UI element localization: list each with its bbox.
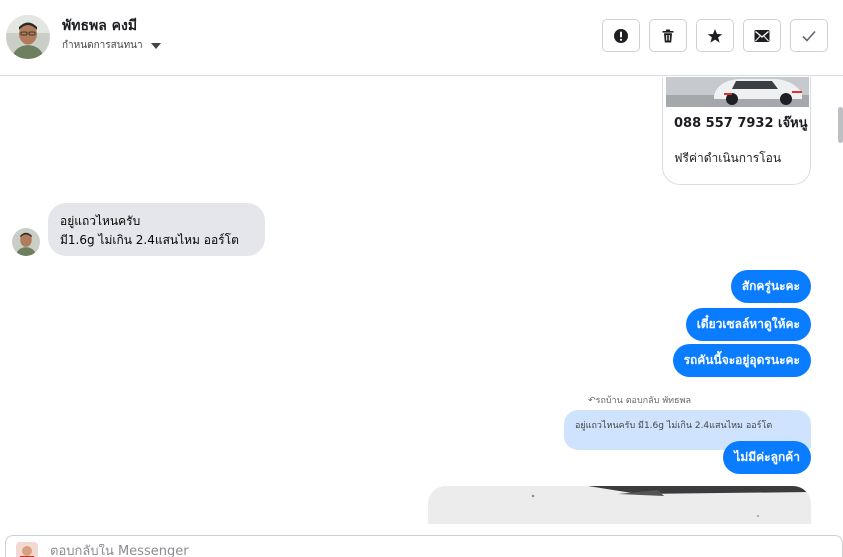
conversation-header: พัทธพล คงมี กำหนดการสนทนา xyxy=(0,0,843,76)
image-message[interactable] xyxy=(428,486,811,524)
mark-done-button[interactable] xyxy=(790,19,828,52)
outgoing-reply-message[interactable]: ไม่มีค่ะลูกค้า xyxy=(723,441,811,474)
star-icon xyxy=(707,28,723,43)
listing-phone: 088 557 7932 เจ๊หนู xyxy=(674,116,808,131)
conversation-settings-dropdown[interactable]: กำหนดการสนทนา xyxy=(62,38,161,53)
sender-avatar[interactable] xyxy=(12,228,40,256)
outgoing-message[interactable]: เดี๋ยวเซลล์หาดูให้คะ xyxy=(685,308,811,341)
mark-unread-button[interactable] xyxy=(743,19,781,52)
checkmark-icon xyxy=(802,30,816,42)
reply-input[interactable] xyxy=(50,544,650,557)
incoming-message[interactable]: อยู่แถวไหนครับ มี1.6g ไม่เกิน 2.4แสนไหม … xyxy=(48,203,265,256)
trash-icon xyxy=(662,29,674,42)
reply-meta-text: รถบ้าน ตอบกลับ พัทธพล xyxy=(595,396,691,406)
reply-composer xyxy=(5,535,843,557)
incoming-message-line: อยู่แถวไหนครับ xyxy=(60,214,141,228)
reply-meta: ↶รถบ้าน ตอบกลับ พัทธพล xyxy=(588,393,691,407)
delete-button[interactable] xyxy=(649,19,687,52)
outgoing-message[interactable]: รถคันนี้จะอยู่อุดรนะคะ xyxy=(672,344,811,377)
contact-name[interactable]: พัทธพล คงมี xyxy=(62,15,137,37)
toolbar xyxy=(602,19,828,52)
star-button[interactable] xyxy=(696,19,734,52)
listing-image xyxy=(666,77,809,107)
caret-down-icon xyxy=(150,42,161,49)
conversation-settings-label: กำหนดการสนทนา xyxy=(62,40,143,51)
message-thread[interactable]: 088 557 7932 เจ๊หนู ฟรีค่าดำเนินการโอน อ… xyxy=(0,77,843,524)
incoming-message-line: มี1.6g ไม่เกิน 2.4แสนไหม ออร์โต xyxy=(60,233,239,247)
reply-icon: ↶ xyxy=(588,396,596,406)
exclamation-icon xyxy=(614,28,628,43)
outgoing-message[interactable]: สักครู่นะคะ xyxy=(730,270,811,303)
scrollbar-thumb[interactable] xyxy=(838,107,843,143)
contact-avatar[interactable] xyxy=(6,15,50,59)
thread-scrollbar[interactable] xyxy=(837,77,843,524)
listing-subtitle: ฟรีค่าดำเนินการโอน xyxy=(674,151,782,165)
envelope-icon xyxy=(754,29,770,42)
listing-card[interactable]: 088 557 7932 เจ๊หนู ฟรีค่าดำเนินการโอน xyxy=(662,77,811,185)
page-avatar xyxy=(16,542,38,557)
spam-button[interactable] xyxy=(602,19,640,52)
